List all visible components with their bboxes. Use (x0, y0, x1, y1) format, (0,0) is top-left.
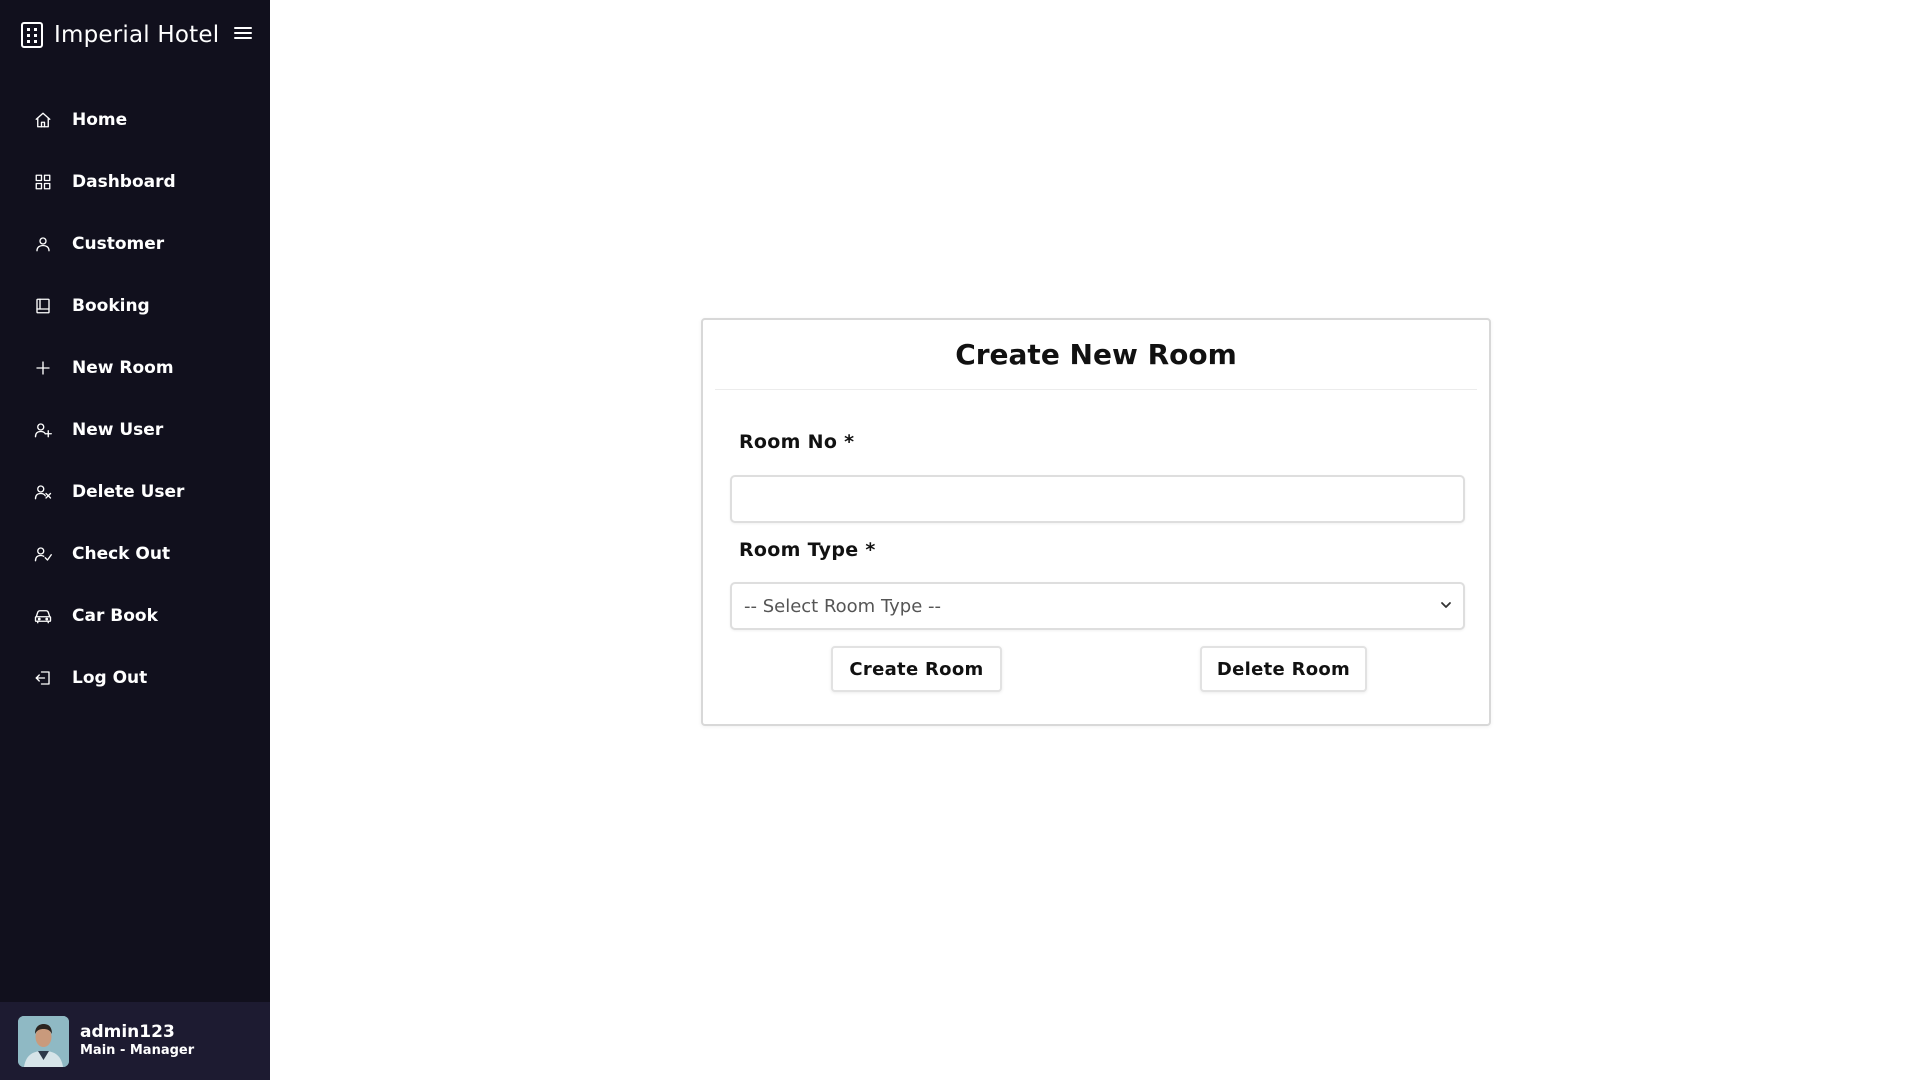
sidebar-item-home[interactable]: Home (0, 89, 270, 151)
sidebar-item-label: Check Out (72, 544, 171, 564)
user-plus-icon (33, 420, 53, 440)
sidebar-item-new-user[interactable]: New User (0, 399, 270, 461)
building-icon (21, 22, 43, 48)
sidebar-item-label: Dashboard (72, 172, 176, 192)
delete-room-button[interactable]: Delete Room (1200, 646, 1367, 692)
sidebar-item-new-room[interactable]: New Room (0, 337, 270, 399)
sidebar-item-delete-user[interactable]: Delete User (0, 461, 270, 523)
sidebar-nav: Home Dashboard Customer Booking New Room (0, 89, 270, 709)
sidebar-item-log-out[interactable]: Log Out (0, 647, 270, 709)
sidebar-item-booking[interactable]: Booking (0, 275, 270, 337)
create-room-button[interactable]: Create Room (831, 646, 1002, 692)
profile-panel: admin123 Main - Manager (0, 1002, 270, 1080)
sidebar-item-car-book[interactable]: Car Book (0, 585, 270, 647)
book-icon (33, 296, 53, 316)
room-type-selected-value: -- Select Room Type -- (744, 595, 941, 617)
sidebar-item-label: Log Out (72, 668, 148, 688)
sidebar-item-label: Booking (72, 296, 150, 316)
room-type-label: Room Type * (739, 539, 876, 561)
brand: Imperial Hotel (20, 20, 219, 50)
sidebar-item-label: Customer (72, 234, 165, 254)
sidebar-item-label: Delete User (72, 482, 185, 502)
room-no-label: Room No * (739, 431, 855, 453)
sidebar-item-label: Home (72, 110, 128, 130)
create-room-card: Create New Room Room No * Room Type * --… (701, 318, 1491, 726)
avatar (18, 1015, 69, 1067)
profile-role: Main - Manager (80, 1043, 195, 1058)
sidebar-item-dashboard[interactable]: Dashboard (0, 151, 270, 213)
chevron-down-icon (1441, 602, 1451, 608)
sidebar-item-label: New Room (72, 358, 174, 378)
home-icon (33, 110, 53, 130)
sidebar-item-label: New User (72, 420, 164, 440)
room-type-select[interactable]: -- Select Room Type -- (730, 582, 1465, 630)
user-icon (33, 234, 53, 254)
sidebar-item-label: Car Book (72, 606, 158, 626)
page-title: Create New Room (715, 338, 1477, 390)
profile-name: admin123 (80, 1022, 175, 1042)
app-title: Imperial Hotel (54, 22, 220, 48)
room-no-input[interactable] (730, 475, 1465, 523)
sidebar: Imperial Hotel Home Dashboard Customer B… (0, 0, 270, 1080)
user-x-icon (33, 482, 53, 502)
logout-icon (33, 668, 53, 688)
sidebar-item-customer[interactable]: Customer (0, 213, 270, 275)
plus-icon (33, 358, 53, 378)
user-check-icon (33, 544, 53, 564)
grid-icon (33, 172, 53, 192)
car-icon (33, 606, 53, 626)
menu-toggle-icon[interactable] (234, 24, 252, 44)
sidebar-item-check-out[interactable]: Check Out (0, 523, 270, 585)
